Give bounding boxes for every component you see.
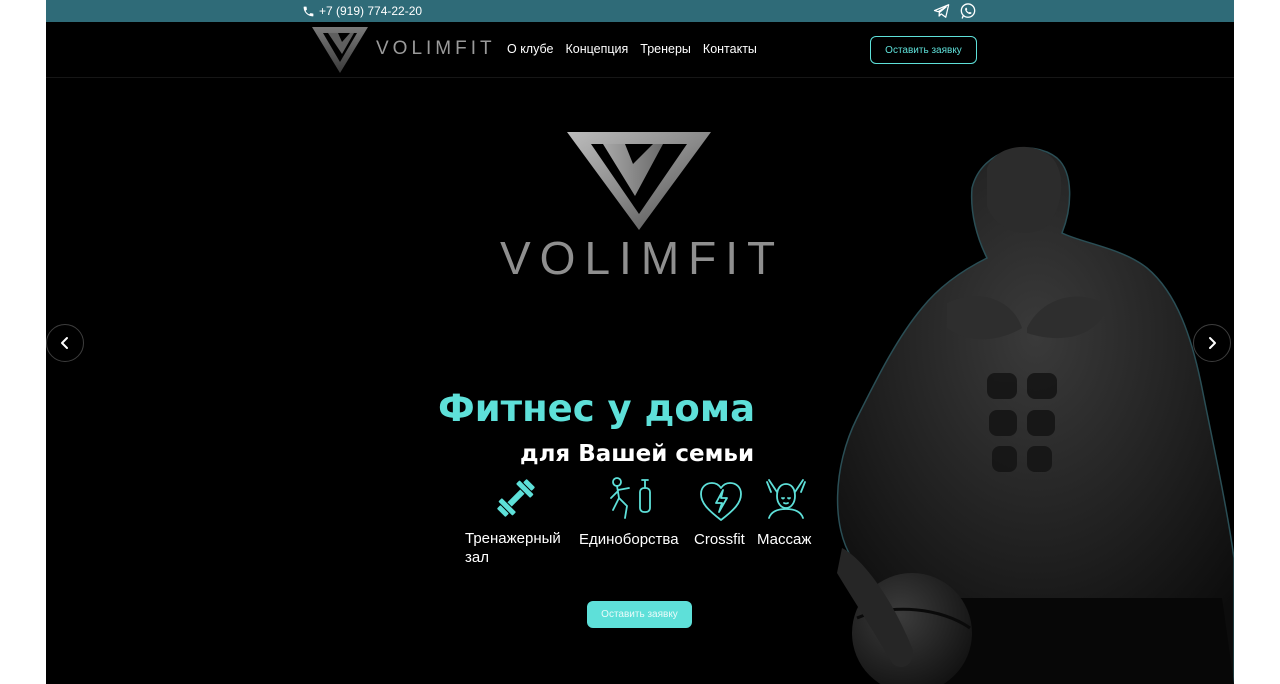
nav-item-concept[interactable]: Концепция xyxy=(565,42,628,56)
boxing-icon xyxy=(610,477,651,519)
service-label: Единоборства xyxy=(579,531,679,548)
heart-bolt-icon xyxy=(700,482,742,521)
phone-link[interactable]: +7 (919) 774-22-20 xyxy=(302,3,422,19)
nav-item-trainers[interactable]: Тренеры xyxy=(640,42,691,56)
hero-subtitle: для Вашей семьи xyxy=(520,441,755,467)
navbar: VOLIMFIT О клубе Концепция Тренеры Конта… xyxy=(46,22,1234,78)
hero-logo-icon xyxy=(567,132,711,230)
massage-icon xyxy=(766,479,806,519)
nav-brand-text: VOLIMFIT xyxy=(376,38,496,59)
nav-menu: О клубе Концепция Тренеры Контакты xyxy=(507,42,757,56)
hero-brand-text: VOLIMFIT xyxy=(500,232,785,284)
phone-number: +7 (919) 774-22-20 xyxy=(319,4,423,18)
hero-title: Фитнес у дома xyxy=(438,387,756,430)
nav-item-contacts[interactable]: Контакты xyxy=(703,42,757,56)
service-label: Crossfit xyxy=(694,531,745,548)
athlete-image xyxy=(836,146,1234,684)
social-links xyxy=(932,1,978,21)
slider-prev-button[interactable] xyxy=(46,324,84,362)
chevron-left-icon xyxy=(61,337,68,349)
hero-request-button[interactable]: Оставить заявку xyxy=(587,601,692,628)
service-label: Тренажерный зал xyxy=(465,530,561,566)
v-logo-icon xyxy=(312,27,368,73)
service-label: Массаж xyxy=(757,531,812,548)
phone-icon xyxy=(303,6,314,16)
nav-logo[interactable]: VOLIMFIT xyxy=(310,24,496,74)
whatsapp-icon[interactable] xyxy=(958,1,978,21)
top-bar: +7 (919) 774-22-20 xyxy=(46,0,1234,22)
hero-slider: VOLIMFIT Фитнес у дома для Вашей семьи Т… xyxy=(46,78,1234,684)
chevron-right-icon xyxy=(1209,337,1216,349)
slider-next-button[interactable] xyxy=(1193,324,1231,362)
nav-request-button[interactable]: Оставить заявку xyxy=(870,36,977,64)
page: +7 (919) 774-22-20 VOLIMFIT О клубе Конц… xyxy=(46,0,1234,684)
nav-item-about[interactable]: О клубе xyxy=(507,42,553,56)
telegram-icon[interactable] xyxy=(932,1,952,21)
dumbbell-icon xyxy=(497,479,535,517)
